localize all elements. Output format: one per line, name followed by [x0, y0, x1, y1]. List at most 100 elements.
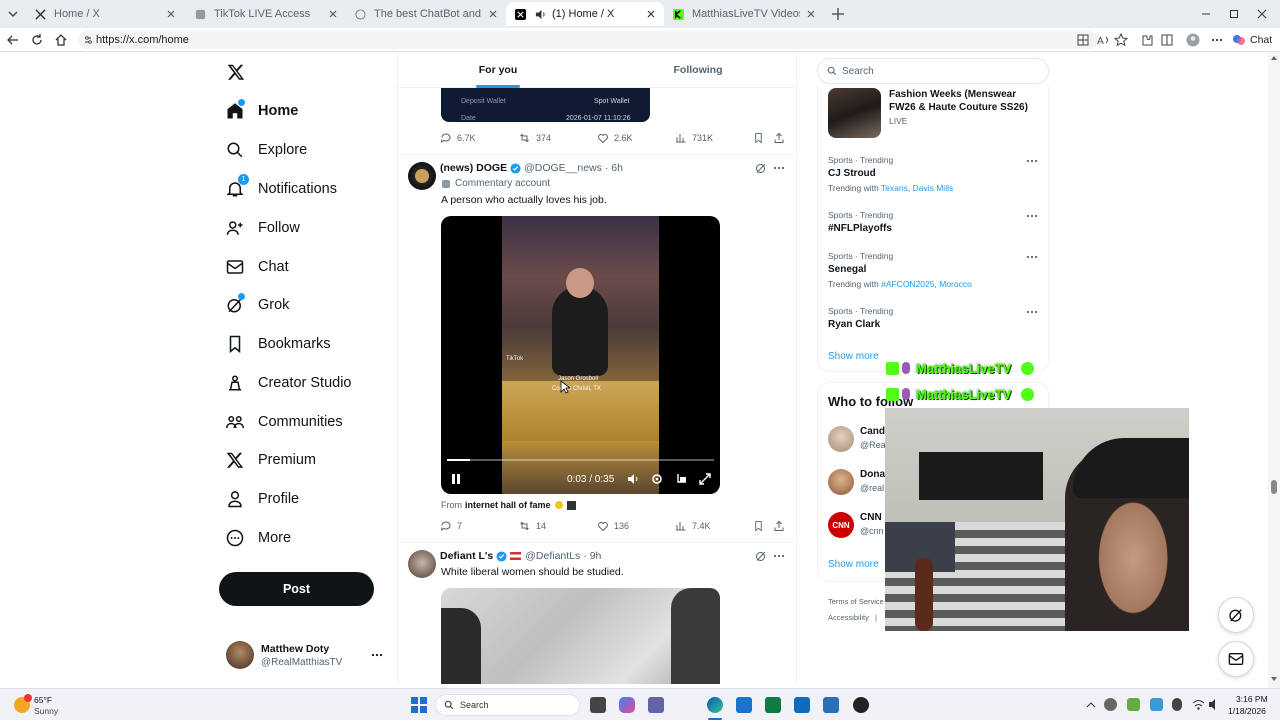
author-name[interactable]: Defiant L's	[440, 550, 493, 562]
scroll-down-icon[interactable]	[1271, 676, 1277, 682]
outlook-icon[interactable]	[794, 697, 810, 713]
nav-explore[interactable]: Explore	[226, 136, 307, 164]
teams-icon[interactable]	[648, 697, 664, 713]
settings-gear-icon[interactable]	[651, 473, 663, 485]
reply-button[interactable]: 6.7K	[440, 132, 476, 144]
author-handle[interactable]: @DefiantLs	[525, 550, 580, 562]
refresh-icon[interactable]	[30, 33, 44, 47]
volume-icon[interactable]	[627, 473, 639, 485]
messages-floating-button[interactable]	[1218, 641, 1254, 677]
previous-tweet-image[interactable]: Deposit Wallet Spot Wallet Date 2026-01-…	[441, 88, 650, 122]
trend-link[interactable]: Texans	[881, 183, 908, 193]
nav-more[interactable]: More	[226, 524, 291, 552]
tweet-time[interactable]: · 9h	[583, 550, 601, 562]
share-button[interactable]	[773, 132, 790, 144]
tab-actions-icon[interactable]	[6, 7, 20, 21]
repost-button[interactable]: 374	[518, 132, 551, 144]
avatar[interactable]	[408, 550, 436, 578]
x-logo-icon[interactable]	[227, 63, 245, 81]
close-icon[interactable]	[806, 9, 816, 19]
excel-like-icon[interactable]	[765, 697, 781, 713]
close-icon[interactable]	[646, 9, 656, 19]
copilot-icon[interactable]	[619, 697, 635, 713]
notepad-icon[interactable]	[823, 697, 839, 713]
grok-floating-button[interactable]	[1218, 597, 1254, 633]
scrollbar-thumb[interactable]	[1271, 480, 1277, 494]
extensions-icon[interactable]	[1140, 33, 1154, 47]
views-button[interactable]: 7.4K	[675, 520, 711, 532]
nav-grok[interactable]: Grok	[226, 291, 289, 319]
tweet-time[interactable]: · 6h	[605, 162, 623, 174]
close-icon[interactable]	[328, 9, 338, 19]
speaker-icon[interactable]	[1208, 698, 1221, 711]
post-button[interactable]: Post	[219, 572, 374, 606]
split-screen-icon[interactable]	[1160, 33, 1174, 47]
nav-profile[interactable]: Profile	[226, 485, 299, 513]
scrollbar[interactable]	[1268, 52, 1280, 688]
file-explorer-icon[interactable]	[590, 697, 606, 713]
author-name[interactable]: (news) DOGE	[440, 162, 507, 174]
tab-following[interactable]: Following	[598, 52, 796, 88]
views-button[interactable]: 731K	[675, 132, 713, 144]
taskbar-search[interactable]: Search	[435, 694, 580, 716]
picture-in-picture-icon[interactable]	[675, 473, 687, 485]
favorite-star-icon[interactable]	[1114, 33, 1128, 47]
start-menu-icon[interactable]	[411, 697, 427, 713]
like-button[interactable]: 2.6K	[597, 132, 633, 144]
more-dots-icon[interactable]	[1026, 306, 1038, 318]
grok-explain-icon[interactable]	[755, 550, 767, 562]
store-icon[interactable]	[736, 697, 752, 713]
settings-more-icon[interactable]	[1210, 33, 1224, 47]
weather-widget[interactable]: 65°F Sunny	[12, 694, 92, 718]
obs-icon[interactable]	[853, 697, 869, 713]
more-dots-icon[interactable]	[371, 649, 383, 661]
bookmark-button[interactable]	[753, 520, 769, 532]
video-progress-track[interactable]	[447, 459, 714, 461]
tweet-media[interactable]	[441, 588, 720, 684]
tab-for-you[interactable]: For you	[398, 52, 598, 88]
grok-explain-icon[interactable]	[755, 162, 767, 174]
read-aloud-icon[interactable]: A	[1096, 33, 1110, 47]
clock-date[interactable]: 1/18/2026	[1228, 706, 1266, 716]
microphone-icon[interactable]	[1172, 698, 1182, 711]
nav-communities[interactable]: Communities	[226, 408, 343, 436]
tab-tiktok-live[interactable]: TikTok LIVE Access	[186, 2, 346, 26]
close-icon[interactable]	[166, 9, 176, 19]
tray-chevron-icon[interactable]	[1086, 700, 1096, 710]
restore-icon[interactable]	[1228, 8, 1240, 20]
nav-notifications[interactable]: 1 Notifications	[226, 174, 337, 203]
new-tab-plus-icon[interactable]	[831, 7, 845, 21]
window-close-icon[interactable]	[1256, 8, 1268, 20]
more-dots-icon[interactable]	[773, 162, 785, 174]
more-dots-icon[interactable]	[1026, 251, 1038, 263]
tab-matthiaslivetv[interactable]: MatthiasLiveTV Videos - Watch Or	[664, 2, 824, 26]
bookmark-button[interactable]	[753, 132, 769, 144]
search-input[interactable]: Search	[817, 58, 1049, 84]
show-more-link[interactable]: Show more	[828, 351, 879, 362]
clock-time[interactable]: 3:16 PM	[1236, 694, 1268, 704]
nav-premium[interactable]: Premium	[226, 446, 316, 474]
trend-link[interactable]: Morocco	[939, 279, 972, 289]
address-bar[interactable]: https://x.com/home	[78, 31, 1098, 49]
close-icon[interactable]	[488, 9, 498, 19]
reply-button[interactable]: 7	[440, 520, 462, 532]
repost-button[interactable]: 14	[518, 520, 546, 532]
fullscreen-icon[interactable]	[699, 473, 711, 485]
share-button[interactable]	[773, 520, 790, 532]
back-arrow-icon[interactable]	[6, 33, 20, 47]
footer-link[interactable]: Terms of Service	[828, 597, 884, 606]
video-player[interactable]: TikTok Jason Grosboll Corpus Christi, TX…	[441, 216, 720, 494]
from-source-link[interactable]: internet hall of fame	[465, 500, 551, 510]
like-button[interactable]: 136	[597, 520, 629, 532]
profile-avatar-icon[interactable]	[1186, 33, 1200, 47]
show-more-link[interactable]: Show more	[828, 559, 879, 570]
scroll-up-icon[interactable]	[1271, 55, 1277, 61]
edge-browser-icon[interactable]	[707, 697, 723, 713]
minimize-icon[interactable]	[1200, 8, 1212, 20]
nav-creator-studio[interactable]: Creator Studio	[226, 369, 352, 397]
tray-app-icon[interactable]	[1150, 698, 1163, 711]
trend-link[interactable]: #AFCON2025	[881, 279, 934, 289]
tab-chatbot[interactable]: The best ChatBot and Widgets for	[346, 2, 506, 26]
account-switcher[interactable]: Matthew Doty @RealMatthiasTV	[226, 640, 386, 672]
more-dots-icon[interactable]	[1026, 210, 1038, 222]
